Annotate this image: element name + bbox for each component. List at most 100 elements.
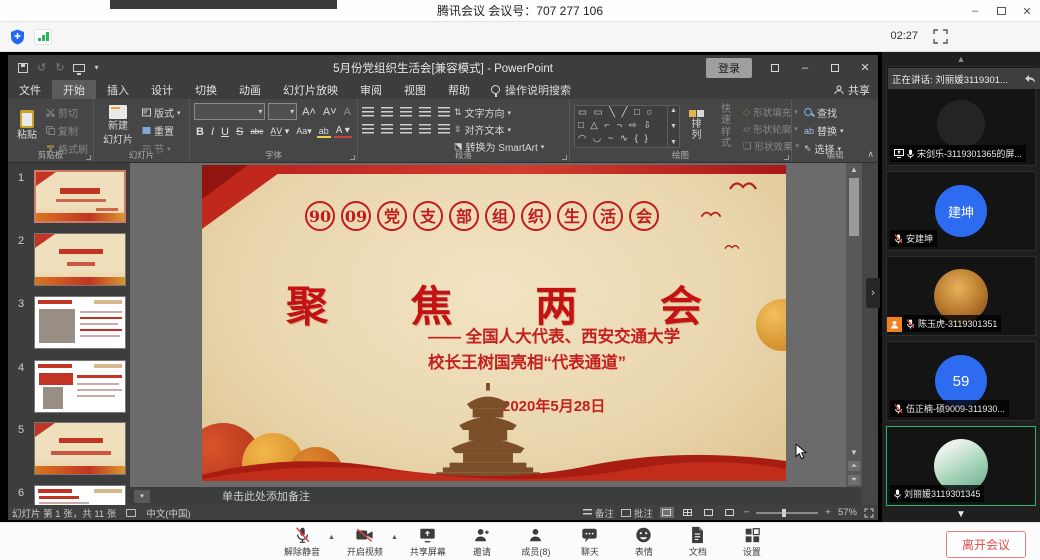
- notes-bar[interactable]: ▾ 单击此处添加备注: [130, 487, 862, 505]
- sidebar-collapse-handle[interactable]: ›: [866, 278, 880, 308]
- scroll-down-icon[interactable]: ▼: [850, 448, 858, 457]
- shapes-gallery[interactable]: ▭ ▭ ╲ ╱ □ ○ □ △ ⌐ ¬ ⇨ ⇩ ◠ ◡ ~ ∿ { }: [574, 105, 668, 148]
- text-direction-button[interactable]: ⇅文字方向▾: [454, 105, 544, 120]
- participant-tile[interactable]: 建坤 安建坤: [886, 171, 1036, 251]
- slide-thumbnail-3[interactable]: [34, 296, 126, 349]
- slide-thumbnail-2[interactable]: [34, 233, 126, 286]
- tab-slideshow[interactable]: 幻灯片放映: [272, 80, 349, 99]
- columns-icon[interactable]: [438, 124, 450, 134]
- video-options-caret[interactable]: ▲: [391, 534, 398, 541]
- login-button[interactable]: 登录: [706, 58, 752, 78]
- share-screen-button[interactable]: 共享屏幕: [404, 526, 452, 558]
- tab-view[interactable]: 视图: [393, 80, 437, 99]
- zoom-slider[interactable]: [756, 512, 818, 514]
- leave-meeting-button[interactable]: 离开会议: [946, 531, 1026, 558]
- slideshow-view-button[interactable]: [723, 507, 737, 518]
- copy-button[interactable]: 复制: [46, 123, 88, 138]
- bold-button[interactable]: B: [194, 126, 206, 138]
- arrange-button[interactable]: 排列: [684, 103, 709, 148]
- drawing-dialog-launcher[interactable]: [784, 155, 789, 160]
- fullscreen-icon[interactable]: [933, 29, 948, 49]
- paste-button[interactable]: 粘贴: [12, 103, 42, 148]
- shadow-button[interactable]: abc: [248, 127, 265, 136]
- redo-icon[interactable]: ↻: [55, 61, 64, 74]
- shape-outline-button[interactable]: ▱形状轮廓▾: [743, 122, 799, 136]
- font-name-combo[interactable]: ▾: [194, 103, 265, 120]
- scroll-participants-up[interactable]: ▲: [882, 54, 1040, 64]
- scroll-participants-down[interactable]: ▼: [882, 509, 1040, 520]
- char-spacing-button[interactable]: A̲V̲ ▾: [268, 126, 291, 137]
- fit-to-window-icon[interactable]: [864, 508, 874, 518]
- slide-thumbnail-1[interactable]: [34, 170, 126, 223]
- decrease-indent-icon[interactable]: [400, 107, 412, 117]
- ribbon-options-button[interactable]: [762, 55, 788, 80]
- security-shield-icon[interactable]: [10, 29, 25, 50]
- slide-vertical-scrollbar[interactable]: ▲ ▼ ⏶ ⏷: [846, 163, 862, 487]
- cut-button[interactable]: 剪切: [46, 105, 88, 120]
- paragraph-dialog-launcher[interactable]: [562, 155, 567, 160]
- align-left-icon[interactable]: [362, 124, 374, 134]
- tab-transitions[interactable]: 切换: [184, 80, 228, 99]
- find-button[interactable]: 查找: [804, 105, 844, 120]
- tab-file[interactable]: 文件: [8, 80, 52, 99]
- grow-font-button[interactable]: A˄: [300, 106, 318, 118]
- new-slide-button[interactable]: 新建 幻灯片: [98, 103, 138, 148]
- settings-button[interactable]: 设置: [728, 526, 776, 558]
- next-slide-button[interactable]: ⏷: [848, 475, 860, 485]
- strikethrough-button[interactable]: S: [234, 126, 245, 138]
- slideshow-icon[interactable]: [73, 64, 85, 72]
- notes-toggle[interactable]: 备注: [583, 506, 614, 520]
- participant-tile-active-speaker[interactable]: 刘丽媛3119301345: [886, 426, 1036, 506]
- notes-placeholder[interactable]: 单击此处添加备注: [150, 488, 310, 504]
- tab-insert[interactable]: 插入: [96, 80, 140, 99]
- tab-review[interactable]: 审阅: [349, 80, 393, 99]
- replace-button[interactable]: ab替换▾: [804, 123, 844, 138]
- slide-canvas[interactable]: 90 09 党 支 部 组 织 生 活 会 聚 焦 两 会 —— 全国人大代表、…: [202, 165, 786, 481]
- invite-button[interactable]: 邀请: [458, 526, 506, 558]
- language-status[interactable]: 中文(中国): [146, 506, 190, 520]
- minimize-button[interactable]: –: [962, 0, 988, 22]
- chat-button[interactable]: 聊天: [566, 526, 614, 558]
- start-video-button[interactable]: 开启视频: [341, 526, 389, 558]
- undo-icon[interactable]: ↺: [37, 61, 46, 74]
- font-size-combo[interactable]: ▾: [268, 103, 297, 120]
- increase-indent-icon[interactable]: [419, 107, 431, 117]
- normal-view-button[interactable]: [660, 507, 674, 518]
- close-button[interactable]: ✕: [1014, 0, 1040, 22]
- slide-sorter-view-button[interactable]: [681, 507, 695, 518]
- slide-thumbnail-4[interactable]: [34, 360, 126, 413]
- layout-button[interactable]: 版式▾: [142, 105, 181, 120]
- ppt-share-button[interactable]: 共享: [834, 80, 870, 99]
- change-case-button[interactable]: Aa▾: [294, 126, 314, 137]
- numbering-icon[interactable]: [381, 107, 393, 117]
- ppt-minimize-button[interactable]: –: [792, 55, 818, 80]
- tab-home[interactable]: 开始: [52, 80, 96, 99]
- zoom-percent[interactable]: 57%: [838, 507, 857, 518]
- zoom-out-button[interactable]: −: [744, 507, 750, 518]
- jump-to-speaker-icon[interactable]: [1024, 74, 1036, 84]
- zoom-in-button[interactable]: +: [825, 507, 831, 518]
- ppt-restore-button[interactable]: [822, 55, 848, 80]
- clear-format-button[interactable]: A: [342, 106, 353, 118]
- bullets-icon[interactable]: [362, 107, 374, 117]
- align-center-icon[interactable]: [381, 124, 393, 134]
- scroll-up-icon[interactable]: ▲: [850, 165, 858, 174]
- comments-toggle[interactable]: 批注: [621, 506, 653, 520]
- previous-slide-button[interactable]: ⏶: [848, 461, 860, 471]
- shrink-font-button[interactable]: A˅: [321, 106, 339, 118]
- tell-me-search[interactable]: 操作说明搜索: [481, 80, 581, 99]
- network-signal-icon[interactable]: [34, 29, 52, 45]
- participant-tile[interactable]: 陈玉虎-3119301351: [886, 256, 1036, 336]
- save-icon[interactable]: [18, 63, 28, 73]
- zoom-slider-thumb[interactable]: [782, 509, 786, 517]
- unmute-button[interactable]: 解除静音: [278, 526, 326, 558]
- font-color-button[interactable]: A ▾: [334, 125, 352, 138]
- quick-styles-button[interactable]: 快速样式: [713, 103, 739, 148]
- align-text-button[interactable]: ⇳对齐文本▾: [454, 122, 544, 137]
- slide-thumbnail-6[interactable]: [34, 485, 126, 505]
- clipboard-dialog-launcher[interactable]: [86, 155, 91, 160]
- font-dialog-launcher[interactable]: [350, 155, 355, 160]
- shapes-gallery-scroll[interactable]: ▲▼▼: [668, 105, 680, 148]
- reset-button[interactable]: 重置: [142, 123, 181, 138]
- line-spacing-icon[interactable]: [438, 107, 450, 117]
